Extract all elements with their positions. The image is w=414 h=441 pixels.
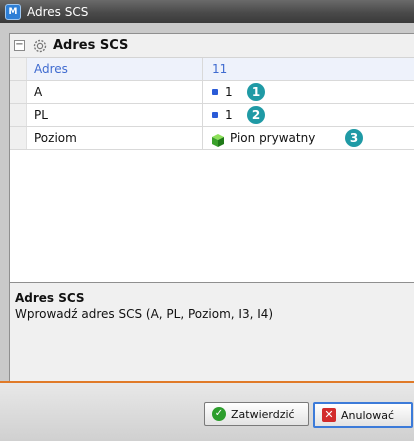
callout-badge: 1 bbox=[247, 83, 265, 101]
green-cube-icon bbox=[212, 132, 224, 147]
property-name: Poziom bbox=[27, 127, 203, 149]
title-bar: M Adres SCS bbox=[0, 0, 414, 23]
window-frame: − Adres SCS Adres 11 A 1 1 PL 1 2 Poziom… bbox=[0, 23, 414, 441]
property-name: A bbox=[27, 81, 203, 103]
gear-icon bbox=[33, 39, 47, 53]
property-value[interactable]: 1 bbox=[203, 81, 414, 103]
property-row-poziom[interactable]: Poziom Pion prywatny 3 bbox=[10, 127, 414, 150]
button-bar: ✓ Zatwierdzić ✕ Anulować bbox=[0, 383, 414, 441]
property-grid: − Adres SCS Adres 11 A 1 1 PL 1 2 Poziom… bbox=[10, 34, 414, 283]
cancel-button[interactable]: ✕ Anulować bbox=[313, 402, 413, 428]
description-text: Wprowadź adres SCS (A, PL, Poziom, I3, I… bbox=[15, 307, 274, 321]
property-value[interactable]: 11 bbox=[203, 58, 414, 80]
callout-badge: 3 bbox=[345, 129, 363, 147]
property-name: PL bbox=[27, 104, 203, 126]
close-icon: ✕ bbox=[322, 408, 336, 422]
confirm-button[interactable]: ✓ Zatwierdzić bbox=[204, 402, 309, 426]
check-icon: ✓ bbox=[212, 407, 226, 421]
property-row-pl[interactable]: PL 1 2 bbox=[10, 104, 414, 127]
blue-square-icon bbox=[212, 89, 218, 95]
dialog-client: − Adres SCS Adres 11 A 1 1 PL 1 2 Poziom… bbox=[9, 33, 414, 404]
description-title: Adres SCS bbox=[15, 291, 85, 305]
category-label: Adres SCS bbox=[53, 38, 129, 53]
property-value[interactable]: 1 bbox=[203, 104, 414, 126]
property-row-a[interactable]: A 1 1 bbox=[10, 81, 414, 104]
app-icon: M bbox=[5, 3, 21, 20]
category-row[interactable]: − Adres SCS bbox=[10, 34, 414, 58]
property-value[interactable]: Pion prywatny bbox=[203, 127, 414, 149]
window-title: Adres SCS bbox=[27, 4, 89, 19]
blue-square-icon bbox=[212, 112, 218, 118]
callout-badge: 2 bbox=[247, 106, 265, 124]
property-name: Adres bbox=[27, 58, 203, 80]
collapse-icon[interactable]: − bbox=[14, 40, 25, 51]
property-row-adres[interactable]: Adres 11 bbox=[10, 58, 414, 81]
